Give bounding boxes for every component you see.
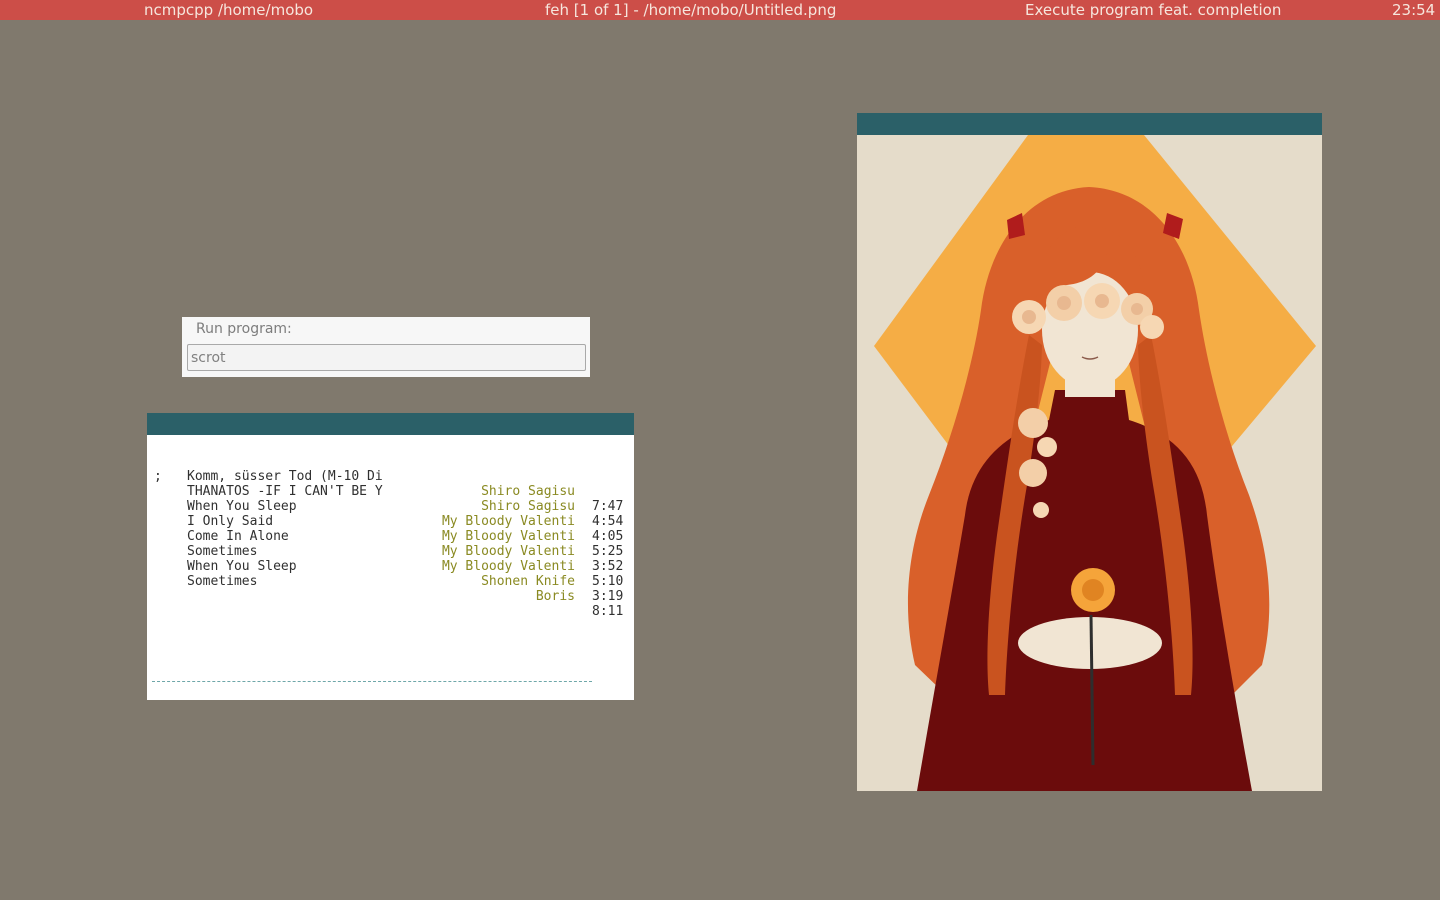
track-time: 5:10 bbox=[592, 574, 624, 589]
bar-clock: 23:54 bbox=[1392, 1, 1436, 19]
playlist-row[interactable]: Komm, süsser Tod (M-10 Di Shiro Sagisu 7… bbox=[147, 439, 634, 514]
ncmpcpp-titlebar[interactable] bbox=[147, 413, 634, 435]
playlist-row[interactable]: Sometimes My Bloody Valenti 5:10 bbox=[147, 514, 634, 589]
playlist: Komm, süsser Tod (M-10 Di Shiro Sagisu 7… bbox=[147, 439, 634, 619]
track-title: When You Sleep bbox=[187, 559, 297, 574]
ncmpcpp-window[interactable]: Komm, süsser Tod (M-10 Di Shiro Sagisu 7… bbox=[147, 413, 634, 700]
progress-bar[interactable] bbox=[152, 681, 592, 682]
playlist-row[interactable]: Sometimes Boris 8:11 bbox=[147, 544, 634, 619]
track-title: Sometimes bbox=[187, 574, 258, 589]
track-artist: My Bloody Valenti bbox=[441, 559, 575, 574]
playlist-row[interactable]: When You Sleep Shonen Knife 3:19 bbox=[147, 529, 634, 604]
track-time: 3:52 bbox=[592, 559, 624, 574]
bar-run-title[interactable]: Execute program feat. completion bbox=[1025, 0, 1281, 20]
playlist-row[interactable]: When You Sleep My Bloody Valenti 4:05 bbox=[147, 469, 634, 544]
feh-image-window[interactable] bbox=[857, 113, 1322, 791]
run-program-dialog: Run program: bbox=[182, 317, 590, 377]
track-artist: Shonen Knife bbox=[481, 574, 575, 589]
playlist-row[interactable]: I Only Said My Bloody Valenti 5:25 bbox=[147, 484, 634, 559]
feh-titlebar[interactable] bbox=[857, 113, 1322, 135]
playlist-row[interactable]: Come In Alone My Bloody Valenti 3:52 bbox=[147, 499, 634, 574]
top-status-bar: ncmpcpp /home/mobo feh [1 of 1] - /home/… bbox=[0, 0, 1440, 20]
run-program-label: Run program: bbox=[196, 321, 292, 337]
track-artist: Boris bbox=[535, 589, 575, 604]
girl-with-roses-illustration bbox=[857, 135, 1322, 791]
run-program-input[interactable] bbox=[187, 344, 586, 371]
bar-feh-title[interactable]: feh [1 of 1] - /home/mobo/Untitled.png bbox=[545, 0, 836, 20]
playlist-row[interactable]: ; THANATOS -IF I CAN'T BE Y Shiro Sagisu… bbox=[147, 454, 634, 529]
track-time: 3:19 bbox=[592, 589, 624, 604]
bar-ncmpcpp-title[interactable]: ncmpcpp /home/mobo bbox=[144, 0, 313, 20]
track-time: 8:11 bbox=[592, 604, 624, 619]
